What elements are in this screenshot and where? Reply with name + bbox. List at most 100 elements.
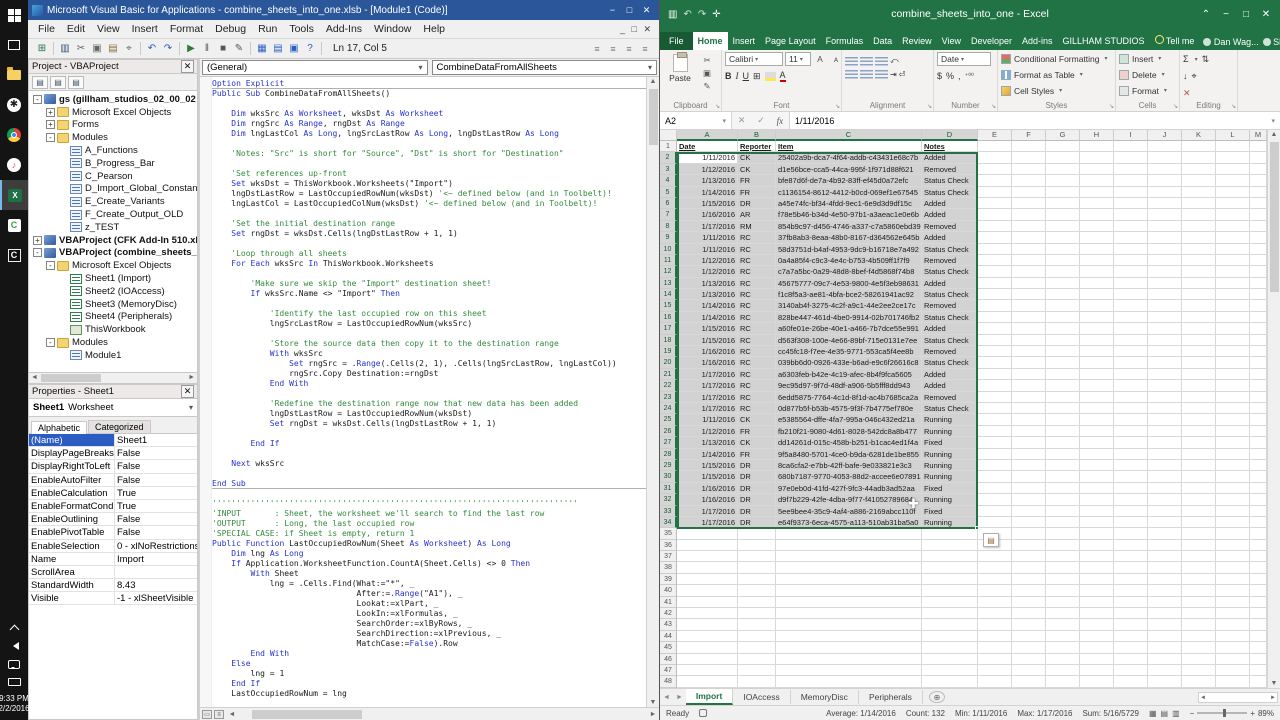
cell[interactable] <box>1046 300 1080 311</box>
cell[interactable] <box>1046 221 1080 232</box>
cell[interactable] <box>978 585 1012 596</box>
file-explorer-button[interactable] <box>0 60 28 90</box>
collapse-icon[interactable]: - <box>33 95 42 104</box>
cell[interactable] <box>1114 278 1148 289</box>
cell[interactable] <box>1216 665 1250 676</box>
music-app-button[interactable]: ♪ <box>0 150 28 180</box>
sheet-tab-import[interactable]: Import <box>686 689 733 705</box>
cell[interactable]: Removed <box>922 346 978 357</box>
collapse-icon[interactable]: - <box>46 133 55 142</box>
cell[interactable] <box>1080 392 1114 403</box>
cell[interactable] <box>1216 289 1250 300</box>
cell[interactable] <box>1216 255 1250 266</box>
menu-debug[interactable]: Debug <box>209 21 252 37</box>
tree-item[interactable]: A_Functions <box>29 144 197 157</box>
cell[interactable] <box>1046 335 1080 346</box>
cell[interactable] <box>1080 323 1114 334</box>
cell[interactable] <box>1080 540 1114 551</box>
column-header[interactable]: C <box>776 130 922 141</box>
cell[interactable] <box>978 506 1012 517</box>
cell[interactable] <box>776 562 922 573</box>
cell[interactable] <box>1182 585 1216 596</box>
properties-tab-alphabetic[interactable]: Alphabetic <box>31 421 87 434</box>
cell[interactable] <box>1114 642 1148 653</box>
cell[interactable] <box>1046 152 1080 163</box>
cell[interactable] <box>1250 597 1267 608</box>
column-header[interactable]: J <box>1148 130 1182 141</box>
row-header[interactable]: 39 <box>660 574 677 585</box>
zoom-slider[interactable] <box>1197 712 1247 714</box>
cell[interactable] <box>1182 357 1216 368</box>
new-sheet-button[interactable]: ⊕ <box>929 691 945 703</box>
cell[interactable]: Status Check <box>922 244 978 255</box>
row-header[interactable]: 27 <box>660 437 677 448</box>
menu-view[interactable]: View <box>91 21 126 37</box>
cell[interactable] <box>1216 494 1250 505</box>
property-row[interactable]: EnablePivotTableFalse <box>29 526 197 539</box>
cell[interactable] <box>1114 323 1148 334</box>
cell[interactable]: Added <box>922 369 978 380</box>
cell[interactable] <box>677 676 738 687</box>
cell[interactable] <box>1250 574 1267 585</box>
cell[interactable] <box>738 562 776 573</box>
cell[interactable] <box>1182 528 1216 539</box>
cell[interactable] <box>1046 562 1080 573</box>
collapse-icon[interactable]: - <box>46 261 55 270</box>
column-header[interactable]: D <box>922 130 978 141</box>
cell[interactable]: DR <box>738 471 776 482</box>
cell[interactable] <box>738 585 776 596</box>
italic-button[interactable]: I <box>736 71 739 81</box>
cell[interactable] <box>1012 187 1046 198</box>
cell[interactable] <box>1250 506 1267 517</box>
cell[interactable] <box>1012 164 1046 175</box>
cell[interactable]: RC <box>738 357 776 368</box>
paste-icon[interactable]: ▤ <box>105 43 121 54</box>
excel-close-button[interactable]: ✕ <box>1256 9 1276 20</box>
view-object-icon[interactable]: ▤ <box>50 76 66 89</box>
cell[interactable] <box>1182 392 1216 403</box>
cell[interactable] <box>1012 323 1046 334</box>
cell[interactable] <box>1012 494 1046 505</box>
cell[interactable] <box>1216 449 1250 460</box>
cell[interactable]: a6303feb-b42e-4c19-afec-8b4f9fca5605 <box>776 369 922 380</box>
cell[interactable]: RM <box>738 221 776 232</box>
cell[interactable]: a60fe01e-26be-40e1-a466-7b7dce55e991 <box>776 323 922 334</box>
cell[interactable] <box>1012 449 1046 460</box>
cell[interactable] <box>1216 619 1250 630</box>
paste-button[interactable]: Paste <box>663 52 697 83</box>
cell[interactable] <box>978 403 1012 414</box>
cell[interactable] <box>1182 323 1216 334</box>
cell[interactable] <box>1012 506 1046 517</box>
align-left-center-right-icon[interactable] <box>845 70 858 79</box>
ribbon-tab-developer[interactable]: Developer <box>966 32 1017 50</box>
cell[interactable] <box>1046 597 1080 608</box>
taskbar-clock[interactable]: 9:33 PM2/2/2016 <box>0 691 30 720</box>
cell[interactable] <box>1216 471 1250 482</box>
cell[interactable] <box>1250 312 1267 323</box>
ribbon-tab-gillhamstudios[interactable]: GILLHAM STUDIOS <box>1058 32 1150 50</box>
cell[interactable] <box>1182 335 1216 346</box>
cell[interactable]: 1/11/2016 <box>677 244 738 255</box>
properties-tab-categorized[interactable]: Categorized <box>88 420 151 433</box>
cell[interactable] <box>1080 300 1114 311</box>
cell[interactable] <box>1148 255 1182 266</box>
cell[interactable] <box>1182 562 1216 573</box>
cell[interactable]: Running <box>922 460 978 471</box>
tree-item[interactable]: -Modules <box>29 336 197 349</box>
row-header[interactable]: 45 <box>660 642 677 653</box>
cell[interactable]: RC <box>738 289 776 300</box>
cell[interactable] <box>1148 300 1182 311</box>
cell[interactable] <box>978 654 1012 665</box>
cell[interactable]: Running <box>922 494 978 505</box>
cell[interactable] <box>1012 335 1046 346</box>
cell[interactable] <box>677 654 738 665</box>
cell[interactable] <box>978 209 1012 220</box>
excel-titlebar[interactable]: ▥ ↶ ↷ ✛ combine_sheets_into_one - Excel … <box>660 0 1280 28</box>
cell[interactable] <box>1250 494 1267 505</box>
cell[interactable]: RC <box>738 312 776 323</box>
cell[interactable] <box>1250 562 1267 573</box>
cell[interactable] <box>978 300 1012 311</box>
cell[interactable] <box>978 357 1012 368</box>
cell[interactable] <box>1114 300 1148 311</box>
cell[interactable] <box>1012 312 1046 323</box>
